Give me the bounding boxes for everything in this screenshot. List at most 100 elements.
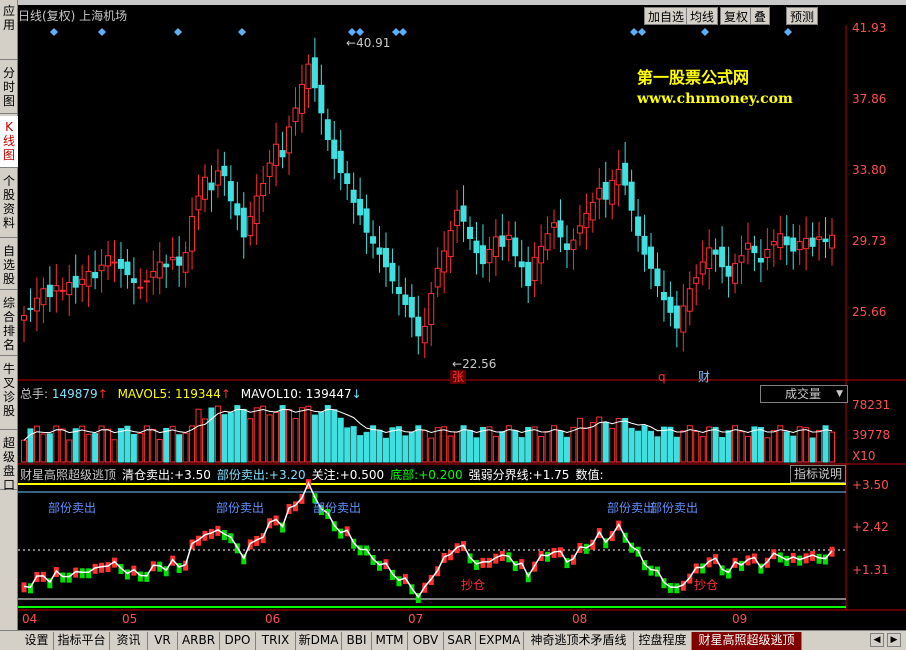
candle-body xyxy=(699,261,706,275)
volume-bar xyxy=(641,425,648,463)
bottom-tab-10[interactable]: OBV xyxy=(408,632,444,650)
candle-body xyxy=(803,237,810,250)
bottom-tab-1[interactable]: 指标平台 xyxy=(54,632,110,650)
candle-body xyxy=(725,265,732,277)
bottom-tab-0[interactable]: 设置 xyxy=(20,632,54,650)
bottom-tab-6[interactable]: TRIX xyxy=(256,632,296,650)
volume-indicator-dropdown[interactable]: 成交量 ▼ xyxy=(760,385,848,403)
volume-bar xyxy=(602,421,609,463)
candle-body xyxy=(318,84,325,114)
indicator-tick-label: +3.50 xyxy=(852,478,889,492)
volume-bar xyxy=(337,417,344,463)
mavol5-value: 119344 xyxy=(175,387,221,401)
volume-bar xyxy=(143,425,150,463)
volume-bar xyxy=(40,433,47,463)
scroll-right-icon[interactable]: ▶ xyxy=(887,633,901,647)
event-badge[interactable]: q xyxy=(656,370,668,384)
volume-bar xyxy=(21,439,27,463)
candle-body xyxy=(350,189,357,203)
date-tick-label: 09 xyxy=(732,612,748,626)
candle-body xyxy=(479,245,486,265)
volume-bar xyxy=(150,428,157,463)
candle-body xyxy=(337,150,344,174)
volume-bar xyxy=(92,433,99,463)
volume-bar xyxy=(479,427,486,463)
scroll-left-icon[interactable]: ◀ xyxy=(870,633,884,647)
indicator-help-button[interactable]: 指标说明 xyxy=(790,465,846,483)
candle-body xyxy=(298,84,305,114)
bottom-tab-9[interactable]: MTM xyxy=(372,632,408,650)
volume-bar xyxy=(447,435,454,463)
candle-body xyxy=(499,235,506,247)
high-price-label: ←40.91 xyxy=(346,36,391,50)
candle-body xyxy=(641,235,648,255)
candle-body xyxy=(428,292,435,325)
candle-body xyxy=(486,248,493,264)
bottom-tab-15[interactable]: 财星高照超级逃顶 xyxy=(692,632,802,650)
volume-bar xyxy=(744,435,751,463)
candle-body xyxy=(467,226,474,239)
bottom-tab-14[interactable]: 控盘程度 xyxy=(634,632,692,650)
volume-bar xyxy=(350,426,357,463)
candle-body xyxy=(609,179,616,205)
candle-body xyxy=(240,207,247,238)
volume-bar xyxy=(240,408,247,463)
volume-bar xyxy=(279,405,286,463)
volume-bar xyxy=(46,433,53,463)
candle-body xyxy=(596,187,603,200)
bottom-tab-2[interactable]: 资讯 xyxy=(110,632,148,650)
volume-bar xyxy=(331,409,338,463)
volume-tick-label: 78231 xyxy=(852,398,891,412)
candle-body xyxy=(85,270,92,287)
date-tick-label: 07 xyxy=(408,612,424,626)
candle-body xyxy=(27,307,34,310)
down-arrow-icon: ↓ xyxy=(351,387,362,401)
bottom-tab-13[interactable]: 神奇逃顶术矛盾线 xyxy=(524,632,634,650)
bottom-tab-11[interactable]: SAR xyxy=(444,632,476,650)
mavol5-label: MAVOL5: xyxy=(117,387,172,401)
bottom-tab-12[interactable]: EXPMA xyxy=(476,632,524,650)
candle-body xyxy=(331,139,338,159)
kline-chart[interactable] xyxy=(0,0,906,630)
volume-bar xyxy=(98,425,105,463)
event-badge[interactable]: 财 xyxy=(696,370,712,384)
candle-body xyxy=(518,261,525,268)
volume-bar xyxy=(59,428,66,463)
sell-signal-label: 部份卖出 xyxy=(313,501,362,515)
bottom-tab-4[interactable]: ARBR xyxy=(178,632,220,650)
volume-bar xyxy=(732,425,739,463)
volume-bar xyxy=(292,417,299,463)
bottom-tab-7[interactable]: 新DMA xyxy=(296,632,342,650)
bottom-tab-8[interactable]: BBI xyxy=(342,632,372,650)
bottom-tab-5[interactable]: DPO xyxy=(220,632,256,650)
indicator-item-value: +0.500 xyxy=(339,468,385,482)
candle-body xyxy=(505,234,512,241)
volume-bar xyxy=(227,412,234,463)
buy-signal-label: 抄仓 xyxy=(461,578,486,592)
volume-bar xyxy=(512,430,519,463)
signal-diamond xyxy=(348,28,356,36)
volume-bar xyxy=(492,435,499,463)
candle-body xyxy=(706,247,713,269)
candle-body xyxy=(408,296,415,318)
volume-bar xyxy=(163,427,170,463)
candle-body xyxy=(460,205,467,222)
bottom-tab-3[interactable]: VR xyxy=(148,632,178,650)
volume-bar xyxy=(680,430,687,463)
indicator-item-value: +3.20 xyxy=(268,468,306,482)
candle-body xyxy=(512,237,519,257)
signal-diamond xyxy=(392,28,400,36)
candle-body xyxy=(363,208,370,233)
volume-bar xyxy=(686,425,693,463)
buy-signal-label: 抄仓 xyxy=(694,578,719,592)
event-badge[interactable]: 张 xyxy=(450,370,467,384)
candle-body xyxy=(130,278,137,283)
mavol10-label: MAVOL10: xyxy=(240,387,302,401)
candle-body xyxy=(66,281,73,296)
candle-body xyxy=(796,241,803,251)
volume-dropdown-label: 成交量 xyxy=(785,387,822,401)
indicator-item-value: +3.50 xyxy=(174,468,211,482)
sell-signal-label: 部份卖出 xyxy=(216,501,265,515)
candle-body xyxy=(208,182,215,191)
up-arrow-icon: ↑ xyxy=(97,387,108,401)
